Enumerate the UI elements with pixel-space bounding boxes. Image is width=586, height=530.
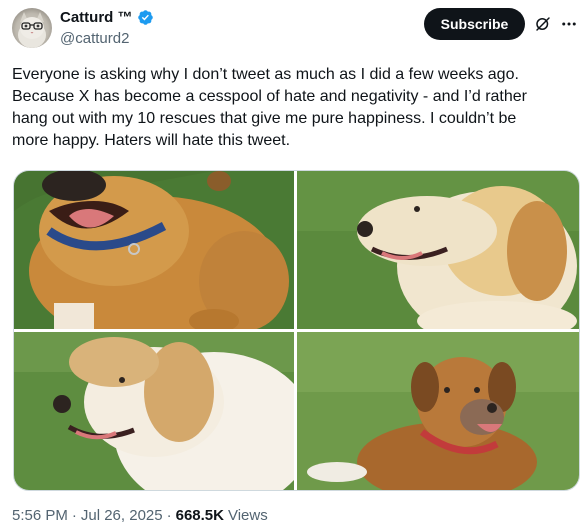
photo-1[interactable] <box>14 171 294 329</box>
grok-icon[interactable] <box>534 15 552 33</box>
display-name[interactable]: Catturd ™ <box>60 9 133 26</box>
tweet-date[interactable]: Jul 26, 2025 <box>81 507 163 524</box>
tweet-meta: 5:56 PM · Jul 26, 2025 · 668.5K Views <box>12 507 268 524</box>
author-name-row: Catturd ™ <box>60 9 154 26</box>
verified-badge-icon[interactable] <box>137 9 154 26</box>
meta-separator: · <box>166 507 172 524</box>
subscribe-button[interactable]: Subscribe <box>424 8 525 40</box>
photo-4[interactable] <box>297 332 579 490</box>
tweet-text: Everyone is asking why I don’t tweet as … <box>12 66 527 149</box>
more-icon[interactable] <box>560 15 578 33</box>
meta-separator: · <box>71 507 77 524</box>
media-grid <box>13 170 580 491</box>
photo-3[interactable] <box>14 332 294 490</box>
views-label: Views <box>227 507 268 524</box>
views-count: 668.5K <box>175 507 224 524</box>
avatar[interactable] <box>12 8 52 48</box>
tweet: Catturd ™ @catturd2 Subscribe Everyone i… <box>0 0 586 530</box>
tweet-time[interactable]: 5:56 PM <box>12 507 68 524</box>
photo-2[interactable] <box>297 171 579 329</box>
handle[interactable]: @catturd2 <box>60 30 129 47</box>
